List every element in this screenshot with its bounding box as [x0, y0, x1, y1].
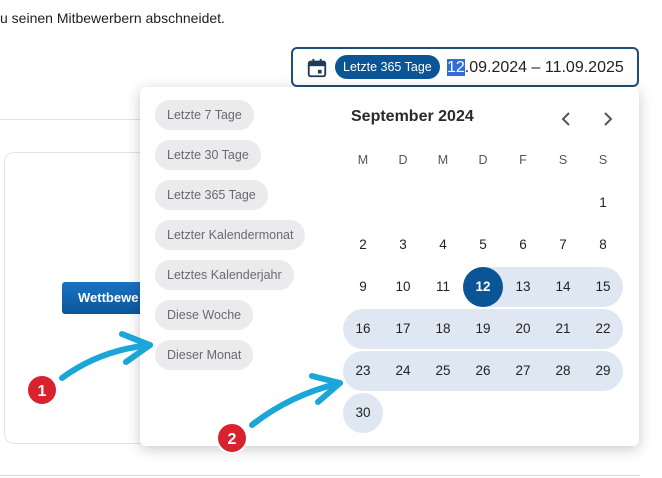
weekday-label: D	[478, 153, 488, 167]
day-cell[interactable]: 3	[383, 225, 423, 265]
intro-text: u seinen Mitbewerbern abschneidet.	[0, 10, 225, 26]
day-cell[interactable]: 4	[423, 225, 463, 265]
day-cell[interactable]: 24	[383, 351, 423, 391]
day-cell[interactable]: 13	[503, 267, 543, 307]
divider	[0, 475, 640, 476]
weekday-label: F	[519, 153, 527, 167]
annotation-badge-1: 1	[26, 374, 58, 406]
preset-this-month[interactable]: Dieser Monat	[155, 340, 254, 370]
date-range-text[interactable]: 12.09.2024 – 11.09.2025	[447, 57, 624, 79]
day-cell[interactable]: 15	[583, 267, 623, 307]
preset-last-365-days[interactable]: Letzte 365 Tage	[155, 180, 268, 210]
day-cell[interactable]: 20	[503, 309, 543, 349]
weekday-label: S	[598, 153, 608, 167]
day-cell[interactable]: 14	[543, 267, 583, 307]
day-cell[interactable]: 21	[543, 309, 583, 349]
day-cell[interactable]: 19	[463, 309, 503, 349]
day-cell[interactable]: 27	[503, 351, 543, 391]
day-cell[interactable]: 22	[583, 309, 623, 349]
weekday-label: M	[437, 153, 449, 167]
day-cell[interactable]: 11	[423, 267, 463, 307]
chevron-right-icon[interactable]	[597, 109, 617, 129]
day-cell[interactable]: 26	[463, 351, 503, 391]
day-cell[interactable]: 28	[543, 351, 583, 391]
weekday-label: D	[398, 153, 408, 167]
day-cell[interactable]: 18	[423, 309, 463, 349]
day-cell[interactable]: 7	[543, 225, 583, 265]
day-cell[interactable]: 10	[383, 267, 423, 307]
day-selected[interactable]: 12	[463, 267, 503, 307]
month-title: September 2024	[351, 108, 474, 125]
range-rest-text: .09.2024 – 11.09.2025	[464, 59, 624, 76]
day-cell[interactable]: 29	[583, 351, 623, 391]
day-cell[interactable]: 23	[343, 351, 383, 391]
day-cell[interactable]: 9	[343, 267, 383, 307]
day-cell[interactable]: 1	[583, 183, 623, 223]
weekday-label: M	[357, 153, 369, 167]
weekday-label: S	[558, 153, 568, 167]
day-cell[interactable]: 6	[503, 225, 543, 265]
preset-last-7-days[interactable]: Letzte 7 Tage	[155, 100, 254, 130]
day-cell[interactable]: 25	[423, 351, 463, 391]
preset-last-30-days[interactable]: Letzte 30 Tage	[155, 140, 261, 170]
calendar-icon[interactable]	[306, 57, 328, 79]
date-range-field[interactable]: Letzte 365 Tage 12.09.2024 – 11.09.2025	[291, 47, 639, 87]
range-selected-segment[interactable]: 12	[447, 59, 465, 76]
competitor-button[interactable]: Wettbewe	[62, 282, 152, 314]
day-cell[interactable]: 2	[343, 225, 383, 265]
date-picker-popup: Letzte 7 Tage Letzte 30 Tage Letzte 365 …	[140, 87, 639, 446]
preset-this-week[interactable]: Diese Woche	[155, 300, 254, 330]
preset-last-calendar-month[interactable]: Letzter Kalendermonat	[155, 220, 306, 250]
chevron-left-icon[interactable]	[557, 109, 577, 129]
day-cell[interactable]: 16	[343, 309, 383, 349]
annotation-badge-2: 2	[216, 422, 248, 454]
day-cell[interactable]: 5	[463, 225, 503, 265]
day-cell[interactable]: 8	[583, 225, 623, 265]
day-cell[interactable]: 30	[343, 393, 383, 433]
selected-preset-chip[interactable]: Letzte 365 Tage	[335, 55, 440, 79]
preset-last-calendar-year[interactable]: Letztes Kalenderjahr	[155, 260, 294, 290]
day-cell[interactable]: 17	[383, 309, 423, 349]
divider	[0, 119, 140, 120]
